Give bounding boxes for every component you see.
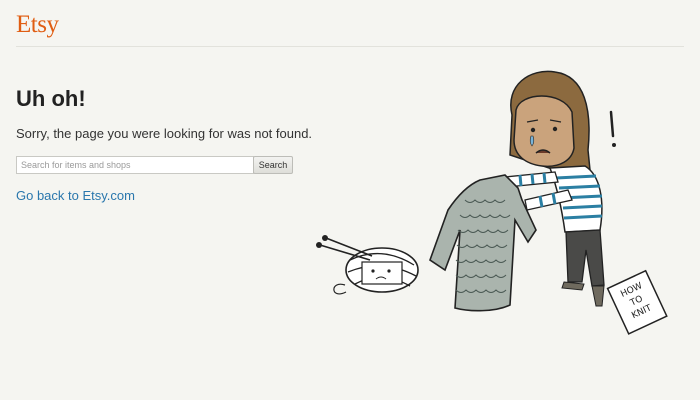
legs (565, 229, 605, 287)
eye-right (552, 126, 558, 132)
sweater-icon (429, 174, 537, 312)
etsy-logo[interactable]: Etsy (16, 11, 59, 39)
exclamation-mark (609, 110, 616, 147)
header-divider (16, 46, 684, 47)
shoe (561, 281, 585, 291)
crying-knitter-illustration: HOW TO KNIT (316, 70, 668, 335)
shoe (591, 285, 605, 307)
eye-left (530, 127, 536, 133)
error-message: Sorry, the page you were looking for was… (16, 126, 313, 141)
search-input[interactable] (16, 156, 254, 174)
face (513, 95, 575, 168)
instruction-sheet-icon: HOW TO KNIT (606, 269, 668, 335)
search-button[interactable]: Search (253, 156, 293, 174)
yarn-ball-icon (316, 235, 419, 295)
site-header: Etsy (0, 0, 700, 47)
page-title: Uh oh! (16, 86, 86, 111)
back-to-etsy-link[interactable]: Go back to Etsy.com (16, 188, 135, 203)
